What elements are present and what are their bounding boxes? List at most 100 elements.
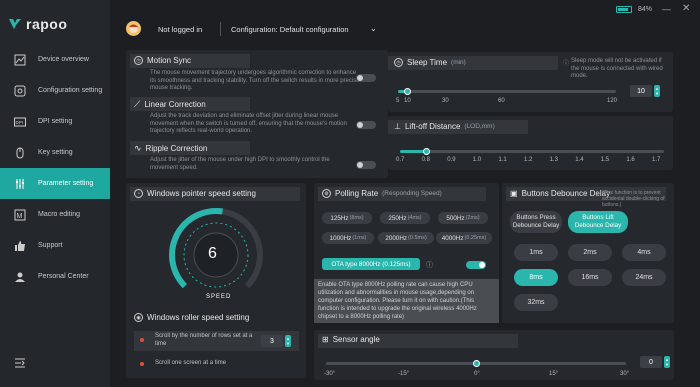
mouse-icon — [14, 147, 26, 159]
lift-off-slider[interactable] — [400, 148, 664, 155]
polling-ota-8000hz[interactable]: OTA type 8000Hz (0.125ms) — [322, 258, 420, 270]
tick-label: 30° — [620, 371, 630, 377]
sidebar-item-key[interactable]: Key setting — [0, 137, 110, 168]
sidebar-nav: Device overview Configuration setting DP… — [0, 44, 110, 292]
logo-text: rapoo — [26, 16, 68, 32]
speed-value: 6 — [208, 245, 217, 262]
minimize-icon[interactable]: — — [662, 4, 671, 14]
gauge-icon: ◔ — [134, 189, 143, 198]
sensor-angle-value[interactable]: 0 — [640, 356, 662, 368]
rapoo-logo-icon — [9, 19, 21, 29]
sidebar-item-support[interactable]: Support — [0, 230, 110, 261]
avatar[interactable] — [126, 21, 141, 36]
debounce-option-1ms[interactable]: 1ms — [514, 244, 558, 261]
sensor-angle-title: ⊞ Sensor angle — [322, 335, 380, 344]
sidebar-item-device-overview[interactable]: Device overview — [0, 44, 110, 75]
debounce-title: ▣ Buttons Debounce Delay — [510, 189, 611, 198]
sleep-note: Sleep mode will not be activated if the … — [571, 58, 663, 79]
svg-text:M: M — [17, 213, 23, 220]
sidebar-item-personal-center[interactable]: Personal Center — [0, 261, 110, 292]
svg-text:DPI: DPI — [16, 120, 24, 125]
sidebar-item-macro[interactable]: M Macro editing — [0, 199, 110, 230]
debounce-option-32ms[interactable]: 32ms — [514, 294, 558, 311]
ripple-correction-title: ∿ Ripple Correction — [134, 143, 208, 153]
radio-selected-icon[interactable] — [140, 338, 144, 342]
polling-rate-panel: ⚙ Polling Rate (Responding Speed) 125Hz (8… — [314, 183, 499, 323]
linear-correction-desc: Adjust the track deviation and eliminate… — [150, 113, 347, 134]
polling-250hz[interactable]: 250Hz (4ms) — [380, 212, 430, 224]
sliders-icon — [14, 178, 26, 190]
tab-lift-debounce[interactable]: Buttons Lift Debounce Delay — [568, 211, 628, 233]
speed-label: SPEED — [206, 294, 232, 300]
slider-handle[interactable] — [423, 148, 431, 155]
tick-label: 5 — [396, 98, 400, 104]
debounce-note: (This function is to prevent accidental … — [602, 190, 665, 208]
tick-label: 120 — [607, 98, 618, 104]
polling-500hz[interactable]: 500Hz (2ms) — [438, 212, 488, 224]
debounce-option-4ms[interactable]: 4ms — [622, 244, 666, 261]
ripple-correction-toggle[interactable] — [356, 161, 376, 169]
sensor-angle-panel: ⊞ Sensor angle 0 ▲ ▼ -30° -15° 0° 15° 30° — [314, 330, 674, 380]
polling-2000hz[interactable]: 2000Hz (0.5ms) — [378, 232, 434, 244]
debounce-option-8ms[interactable]: 8ms — [514, 269, 558, 286]
sidebar-item-configuration[interactable]: Configuration setting — [0, 75, 110, 106]
tick-label: 0° — [474, 371, 480, 377]
info-icon[interactable]: ⓘ — [426, 260, 433, 270]
stepper-arrows-icon[interactable]: ▲ ▼ — [654, 85, 660, 97]
tick-label: 0.9 — [447, 157, 456, 163]
debounce-option-2ms[interactable]: 2ms — [568, 244, 612, 261]
ota-toggle[interactable] — [466, 261, 486, 269]
macro-icon: M — [14, 209, 26, 221]
lift-off-icon: ⊥ — [394, 122, 401, 131]
divider — [220, 22, 221, 36]
info-icon: ⓘ — [563, 61, 570, 67]
linear-correction-toggle[interactable] — [356, 121, 376, 129]
thumbs-up-icon — [14, 240, 26, 252]
tick-label: 1.6 — [626, 157, 635, 163]
sleep-time-title: ◷ Sleep Time (min) — [394, 58, 466, 67]
sidebar: rapoo Device overview Configuration sett… — [0, 0, 110, 387]
debounce-option-16ms[interactable]: 16ms — [568, 269, 612, 286]
roller-rows-value[interactable]: 3 — [261, 335, 283, 347]
sidebar-item-label: Device overview — [38, 56, 89, 63]
gear-icon: ⚙ — [322, 189, 331, 198]
tick-label: 10 — [404, 98, 411, 104]
battery-icon — [616, 6, 632, 13]
polling-125hz[interactable]: 125Hz (8ms) — [322, 212, 372, 224]
motion-sync-toggle[interactable] — [356, 74, 376, 82]
radio-icon[interactable] — [140, 362, 144, 366]
polling-1000hz[interactable]: 1000Hz (1ms) — [322, 232, 374, 244]
sensor-angle-slider[interactable] — [326, 360, 626, 367]
tick-label: 1.1 — [498, 157, 507, 163]
slider-handle[interactable] — [473, 360, 480, 367]
tab-press-debounce[interactable]: Buttons Press Debounce Delay — [510, 211, 562, 233]
stepper-arrows-icon[interactable]: ▲ ▼ — [285, 335, 291, 347]
tick-label: 1.2 — [524, 157, 533, 163]
slider-handle[interactable] — [403, 88, 411, 95]
polling-4000hz[interactable]: 4000Hz (0.25ms) — [436, 232, 492, 244]
lift-off-title: ⊥ Lift-off Distance (LOD,mm) — [394, 122, 495, 131]
sleep-time-value[interactable]: 10 — [630, 85, 652, 97]
stepper-arrows-icon[interactable]: ▲ ▼ — [664, 356, 670, 368]
clock-icon: ◷ — [394, 58, 403, 67]
linear-correction-title: ⟋ Linear Correction — [134, 99, 206, 109]
wave-icon: ∿ — [134, 143, 142, 153]
configuration-select[interactable]: Configuration: Default configuration — [231, 25, 349, 34]
logo: rapoo — [8, 16, 67, 32]
tick-label: 30 — [442, 98, 449, 104]
sidebar-item-dpi[interactable]: DPI DPI setting — [0, 106, 110, 137]
top-bar: Not logged in Configuration: Default con… — [110, 0, 700, 50]
tick-label: 1.7 — [652, 157, 661, 163]
dpi-icon: DPI — [14, 116, 26, 128]
debounce-panel: ▣ Buttons Debounce Delay (This function … — [502, 183, 674, 323]
debounce-option-24ms[interactable]: 24ms — [622, 269, 666, 286]
sidebar-item-label: Macro editing — [38, 211, 81, 218]
chevron-down-icon[interactable]: ⌄ — [370, 24, 377, 33]
menu-collapse-icon[interactable] — [14, 357, 26, 369]
sleep-time-slider[interactable] — [398, 88, 616, 95]
login-status[interactable]: Not logged in — [158, 25, 202, 34]
polling-rate-title: ⚙ Polling Rate (Responding Speed) — [322, 189, 442, 198]
pointer-speed-title: ◔ Windows pointer speed setting — [134, 189, 256, 198]
close-icon[interactable]: ✕ — [682, 3, 690, 14]
sidebar-item-parameter[interactable]: Parameter setting — [0, 168, 110, 199]
